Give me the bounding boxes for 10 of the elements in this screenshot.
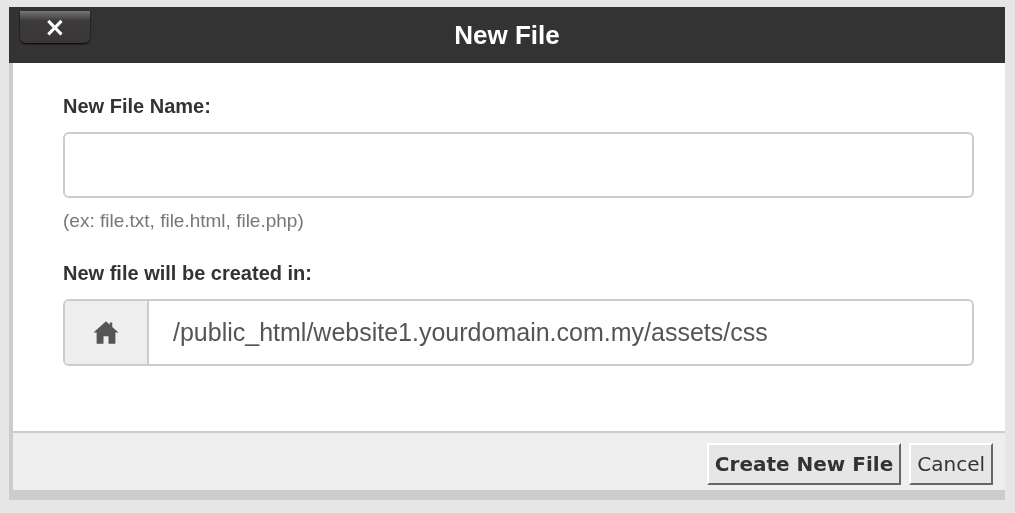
input-field[interactable] xyxy=(63,132,974,198)
hint-text: (ex: file.txt, file.html, file.php) xyxy=(63,210,305,232)
path-field[interactable]: /public_html/website1.yourdomain.com.my/assets/css xyxy=(63,299,974,366)
dialog-title: New File xyxy=(454,19,560,51)
field-label: New File Name: xyxy=(63,95,212,118)
field-label: New file will be created in: xyxy=(63,262,313,285)
cancel-button[interactable]: Cancel xyxy=(909,442,993,485)
create-button[interactable]: Create New File xyxy=(706,442,902,485)
close-button[interactable]: × xyxy=(20,11,90,43)
home-icon xyxy=(92,320,120,345)
